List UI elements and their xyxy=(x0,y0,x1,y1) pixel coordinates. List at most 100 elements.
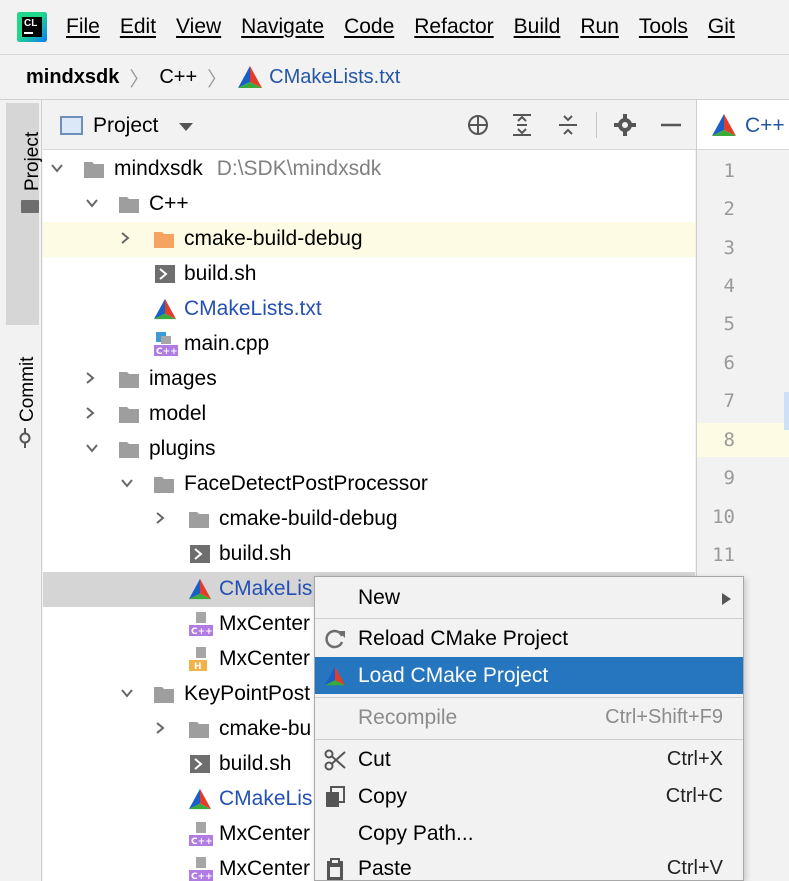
expand-all-icon[interactable] xyxy=(510,113,534,137)
tree-row-label: cmake-bu xyxy=(219,717,312,740)
menu-item-label: Paste xyxy=(358,857,412,880)
menu-item-label: Copy Path... xyxy=(358,822,474,845)
line-number: 10 xyxy=(712,506,735,528)
line-number: 5 xyxy=(723,313,735,335)
cpp-file-icon: C++ xyxy=(189,857,213,881)
tree-row[interactable]: CMakeLists.txt xyxy=(43,292,695,327)
commit-icon[interactable] xyxy=(15,428,35,448)
line-number: 2 xyxy=(723,198,735,220)
project-panel-title[interactable]: Project xyxy=(93,114,158,138)
svg-text:C++: C++ xyxy=(191,627,213,637)
menu-item-paste[interactable]: Paste Ctrl+V xyxy=(315,850,743,881)
chevron-right-icon[interactable] xyxy=(153,721,167,735)
folder-icon xyxy=(119,407,139,423)
line-number: 6 xyxy=(723,352,735,374)
cmake-icon xyxy=(238,66,263,88)
tree-row-label: mindxsdk xyxy=(114,157,203,180)
tree-row[interactable]: mindxsdk D:\SDK\mindxsdk xyxy=(43,152,695,187)
tree-row[interactable]: plugins xyxy=(43,432,695,467)
menu-item-shortcut: Ctrl+Shift+F9 xyxy=(605,706,723,728)
left-tool-strip: Project Commit xyxy=(0,100,43,881)
commit-tool-label[interactable]: Commit xyxy=(17,357,39,422)
tree-row[interactable]: build.sh xyxy=(43,537,695,572)
menu-file[interactable]: File xyxy=(66,15,100,39)
clion-logo-icon[interactable]: CL xyxy=(17,12,47,42)
menu-item-label: Copy xyxy=(358,785,408,808)
menu-item-load-cmake[interactable]: Load CMake Project xyxy=(315,657,743,694)
menu-edit[interactable]: Edit xyxy=(120,15,156,39)
chevron-right-icon[interactable] xyxy=(118,231,132,245)
line-number: 11 xyxy=(712,544,735,566)
menu-view[interactable]: View xyxy=(176,15,221,39)
gear-icon[interactable] xyxy=(613,113,637,137)
chevron-down-icon[interactable] xyxy=(120,686,134,700)
editor-tab[interactable]: C++ xyxy=(697,100,789,150)
menu-item-copy[interactable]: Copy Ctrl+C xyxy=(315,778,743,815)
menu-code[interactable]: Code xyxy=(344,15,394,39)
menu-build[interactable]: Build xyxy=(514,15,561,39)
project-panel-header: Project xyxy=(43,100,696,150)
tree-row[interactable]: build.sh xyxy=(43,257,695,292)
chevron-down-icon[interactable] xyxy=(85,441,99,455)
chevron-right-icon[interactable] xyxy=(153,511,167,525)
breadcrumb-separator-icon: 〉 xyxy=(129,68,150,91)
collapse-all-icon[interactable] xyxy=(556,113,580,137)
minimize-icon[interactable] xyxy=(659,113,683,137)
menu-item-new[interactable]: New xyxy=(315,579,743,616)
chevron-down-icon[interactable] xyxy=(85,196,99,210)
tree-row[interactable]: FaceDetectPostProcessor xyxy=(43,467,695,502)
project-tool-label: Project xyxy=(22,131,43,191)
chevron-down-icon[interactable] xyxy=(179,123,193,131)
menu-item-reload-cmake[interactable]: Reload CMake Project xyxy=(315,620,743,657)
tree-row-label: images xyxy=(149,367,217,390)
tree-row-label: CMakeLis xyxy=(219,577,313,600)
shell-script-icon xyxy=(155,265,175,283)
menu-item-cut[interactable]: Cut Ctrl+X xyxy=(315,741,743,778)
menu-git[interactable]: Git xyxy=(708,15,735,39)
chevron-right-icon[interactable] xyxy=(83,371,97,385)
cpp-file-icon: C++ xyxy=(189,612,213,637)
menu-item-shortcut: Ctrl+C xyxy=(665,785,723,807)
tree-row-label: cmake-build-debug xyxy=(184,227,363,250)
tree-row-label: build.sh xyxy=(219,542,292,565)
tree-row[interactable]: C++ xyxy=(43,187,695,222)
chevron-down-icon[interactable] xyxy=(50,161,64,175)
tree-row[interactable]: C++ main.cpp xyxy=(43,327,695,362)
cpp-file-icon: C++ xyxy=(154,332,178,357)
tree-row[interactable]: model xyxy=(43,397,695,432)
tree-row-label: build.sh xyxy=(219,752,292,775)
chevron-down-icon[interactable] xyxy=(120,476,134,490)
folder-icon xyxy=(154,477,174,493)
toolbar-divider xyxy=(596,112,597,138)
menu-run[interactable]: Run xyxy=(580,15,619,39)
tree-row-label: main.cpp xyxy=(184,332,270,355)
line-number: 8 xyxy=(723,429,735,451)
breadcrumb-folder[interactable]: C++ xyxy=(159,66,197,89)
menu-item-copy-path[interactable]: Copy Path... xyxy=(315,815,743,852)
orange-folder-icon xyxy=(154,232,174,248)
chevron-right-icon[interactable] xyxy=(83,406,97,420)
breadcrumb-root[interactable]: mindxsdk xyxy=(26,66,119,89)
menu-item-shortcut: Ctrl+V xyxy=(666,857,723,879)
tree-row-label: MxCenter xyxy=(219,612,311,635)
folder-icon xyxy=(119,197,139,213)
cmake-icon xyxy=(153,298,177,320)
project-tool-button[interactable]: Project xyxy=(6,103,43,325)
menu-tools[interactable]: Tools xyxy=(639,15,688,39)
menu-item-label: New xyxy=(358,586,401,609)
tree-row[interactable]: images xyxy=(43,362,695,397)
menu-item-recompile[interactable]: Recompile Ctrl+Shift+F9 xyxy=(315,699,743,736)
editor-tab-label: C++ xyxy=(745,114,785,137)
breadcrumb-file[interactable]: CMakeLists.txt xyxy=(269,66,400,89)
tree-row-label: CMakeLists.txt xyxy=(184,297,322,320)
reload-icon xyxy=(325,629,345,649)
menu-refactor[interactable]: Refactor xyxy=(414,15,493,39)
menu-navigate[interactable]: Navigate xyxy=(241,15,324,39)
folder-icon xyxy=(21,200,39,213)
shell-script-icon xyxy=(190,545,210,563)
cpp-file-icon: C++ xyxy=(189,822,213,847)
locate-icon[interactable] xyxy=(466,113,490,137)
breadcrumb: mindxsdk 〉 C++ 〉 CMakeLists.txt xyxy=(0,54,789,100)
tree-row[interactable]: cmake-build-debug xyxy=(43,502,695,537)
tree-row[interactable]: cmake-build-debug xyxy=(43,222,695,257)
